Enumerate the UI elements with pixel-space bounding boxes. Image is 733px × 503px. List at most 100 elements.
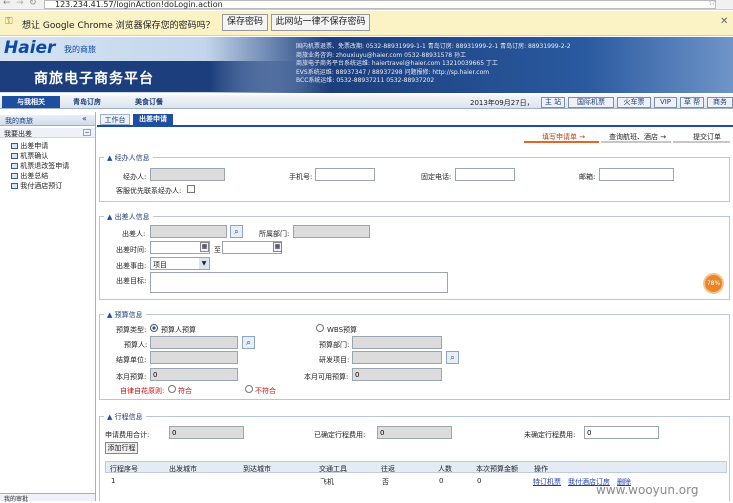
address-bar[interactable]: 123.234.41.57/loginAction!doLogin.action: [44, 0, 716, 9]
save-password-button[interactable]: 保存密码: [222, 14, 268, 31]
sidebar-bottom[interactable]: 我的审批: [0, 493, 95, 503]
cell-budget: 0: [477, 477, 482, 485]
nav-link-vip[interactable]: VIP: [654, 97, 677, 108]
confirmed-label: 已确定行程费用:: [314, 431, 366, 439]
unconfirmed-input[interactable]: [584, 426, 659, 439]
dept-input[interactable]: [293, 225, 370, 238]
content-tab-strip: 工作台 出差申请: [97, 114, 733, 127]
nav-link-business[interactable]: 商务: [707, 97, 733, 108]
reload-icon[interactable]: ↻: [29, 0, 37, 8]
collapse-arrow-icon[interactable]: ▲: [107, 413, 112, 421]
month-budget-input[interactable]: [150, 368, 238, 381]
logo-subtitle: 我的商旅: [64, 45, 96, 54]
search-icon[interactable]: ⌕: [230, 225, 243, 238]
doc-icon: [11, 173, 18, 179]
book-flight-link[interactable]: 特订机票: [533, 477, 561, 487]
col-vehicle: 交通工具: [319, 465, 347, 473]
col-from: 出发城市: [169, 465, 197, 473]
total-input[interactable]: [169, 426, 244, 439]
calendar-icon[interactable]: ▦: [273, 242, 282, 252]
budget-type-label: 预算类型:: [116, 326, 147, 334]
info-line: 商旅电子商务平台系统运维: haiertravel@haier.com 1321…: [296, 60, 498, 67]
radio-budget-person[interactable]: [150, 324, 158, 332]
reason-select[interactable]: 项目 ▼: [150, 257, 210, 270]
traveler-input[interactable]: [150, 225, 227, 238]
time-label: 出差时间:: [116, 246, 147, 254]
search-icon[interactable]: ⌕: [242, 336, 255, 349]
tab-apply[interactable]: 出差申请: [133, 114, 173, 125]
collapse-arrow-icon[interactable]: ▲: [107, 213, 112, 221]
total-label: 申请费用合计:: [105, 431, 150, 439]
star-icon[interactable]: ☆: [708, 0, 716, 8]
doc-icon: [11, 143, 18, 149]
unconfirmed-label: 未确定行程费用:: [524, 431, 576, 439]
close-icon[interactable]: ✕: [720, 16, 728, 27]
settle-unit-label: 结算单位:: [116, 356, 147, 364]
month-avail-input[interactable]: [352, 368, 442, 381]
radio-wbs[interactable]: [316, 324, 324, 332]
never-save-button[interactable]: 此网站一律不保存密码: [271, 14, 370, 31]
phone-input[interactable]: [315, 168, 375, 181]
password-infobar: ⚿ 想让 Google Chrome 浏览器保存您的密码吗？ 保存密码 此网站一…: [0, 11, 733, 36]
cell-people: 0: [439, 477, 444, 485]
sidebar-group[interactable]: 我要出差 −: [0, 128, 95, 138]
tab-qingdao-hotel[interactable]: 青岛订房: [73, 96, 101, 108]
sidebar-item-hotel[interactable]: 我付酒店预订: [11, 181, 62, 191]
banner-info: 国内机票退票、免票改期: 0532-88931999-1-1 青岛订房: 889…: [296, 43, 571, 86]
nav-link-train[interactable]: 火车票: [617, 97, 651, 108]
key-icon: ⚿: [5, 16, 13, 27]
search-icon[interactable]: ⌕: [446, 351, 459, 364]
collapse-icon[interactable]: «: [82, 114, 87, 123]
calendar-icon[interactable]: ▦: [200, 242, 209, 252]
col-roundtrip: 往返: [381, 465, 395, 473]
wbs-option: WBS预算: [327, 326, 358, 334]
nav-link-intl-flight[interactable]: 国际机票: [568, 97, 614, 108]
current-date: 2013年09月27日，: [470, 99, 534, 107]
tab-meal[interactable]: 美食订餐: [135, 96, 163, 108]
nav-link-main[interactable]: 主 站: [541, 97, 565, 108]
sidebar-item-apply[interactable]: 出差申请: [11, 141, 48, 151]
budget-person-input[interactable]: [150, 336, 238, 349]
doc-icon: [11, 183, 18, 189]
col-to: 到达城市: [243, 465, 271, 473]
forward-icon[interactable]: →: [16, 0, 24, 8]
watermark: www.wooyun.org: [596, 483, 699, 497]
sidebar-item-ticket-confirm[interactable]: 机票确认: [11, 151, 48, 161]
rd-project-input[interactable]: [352, 351, 442, 364]
sidebar: 我的商旅 « 我要出差 − 出差申请 机票确认 机票退改签申请 出差总结 我付酒…: [0, 112, 96, 503]
goal-textarea[interactable]: [150, 272, 448, 293]
back-icon[interactable]: ←: [3, 0, 11, 8]
budget-person-label: 预算人:: [124, 341, 148, 349]
nav-link-help[interactable]: 草 帮: [680, 97, 704, 108]
progress-badge[interactable]: 78%: [703, 273, 724, 294]
col-people: 人数: [438, 465, 452, 473]
site-banner: Haier 我的商旅 商旅电子商务平台 国内机票退票、免票改期: 0532-88…: [0, 37, 733, 93]
doc-icon: [11, 163, 18, 169]
doc-icon: [11, 153, 18, 159]
add-trip-button[interactable]: 添加行程: [105, 442, 138, 454]
info-line: 商旅业务咨询: zhouxiuyu@haier.com 0532-8893157…: [296, 51, 466, 59]
tel-input[interactable]: [455, 168, 515, 181]
rule-yes-option: 符合: [178, 387, 192, 395]
priority-checkbox[interactable]: [187, 185, 195, 193]
tab-workbench[interactable]: 工作台: [100, 114, 130, 125]
sidebar-header: 我的商旅 «: [0, 114, 95, 126]
email-label: 邮箱:: [579, 173, 596, 181]
cell-vehicle: 飞机: [320, 478, 334, 486]
radio-rule-no[interactable]: [245, 385, 253, 393]
col-budget: 本次预算金额: [476, 465, 518, 473]
sidebar-item-summary[interactable]: 出差总结: [11, 171, 48, 181]
haier-logo: Haier: [4, 38, 56, 58]
collapse-arrow-icon[interactable]: ▲: [107, 311, 112, 319]
handler-name-input[interactable]: [150, 168, 225, 181]
goal-label: 出差目标:: [116, 277, 147, 285]
radio-rule-yes[interactable]: [168, 385, 176, 393]
settle-unit-input[interactable]: [150, 351, 238, 364]
minus-icon[interactable]: −: [83, 129, 91, 136]
tab-related[interactable]: 与我相关: [2, 96, 60, 108]
collapse-arrow-icon[interactable]: ▲: [107, 154, 112, 162]
sidebar-item-refund[interactable]: 机票退改签申请: [11, 161, 69, 171]
budget-dept-input[interactable]: [352, 336, 442, 349]
email-input[interactable]: [599, 168, 674, 181]
confirmed-input[interactable]: [377, 426, 452, 439]
